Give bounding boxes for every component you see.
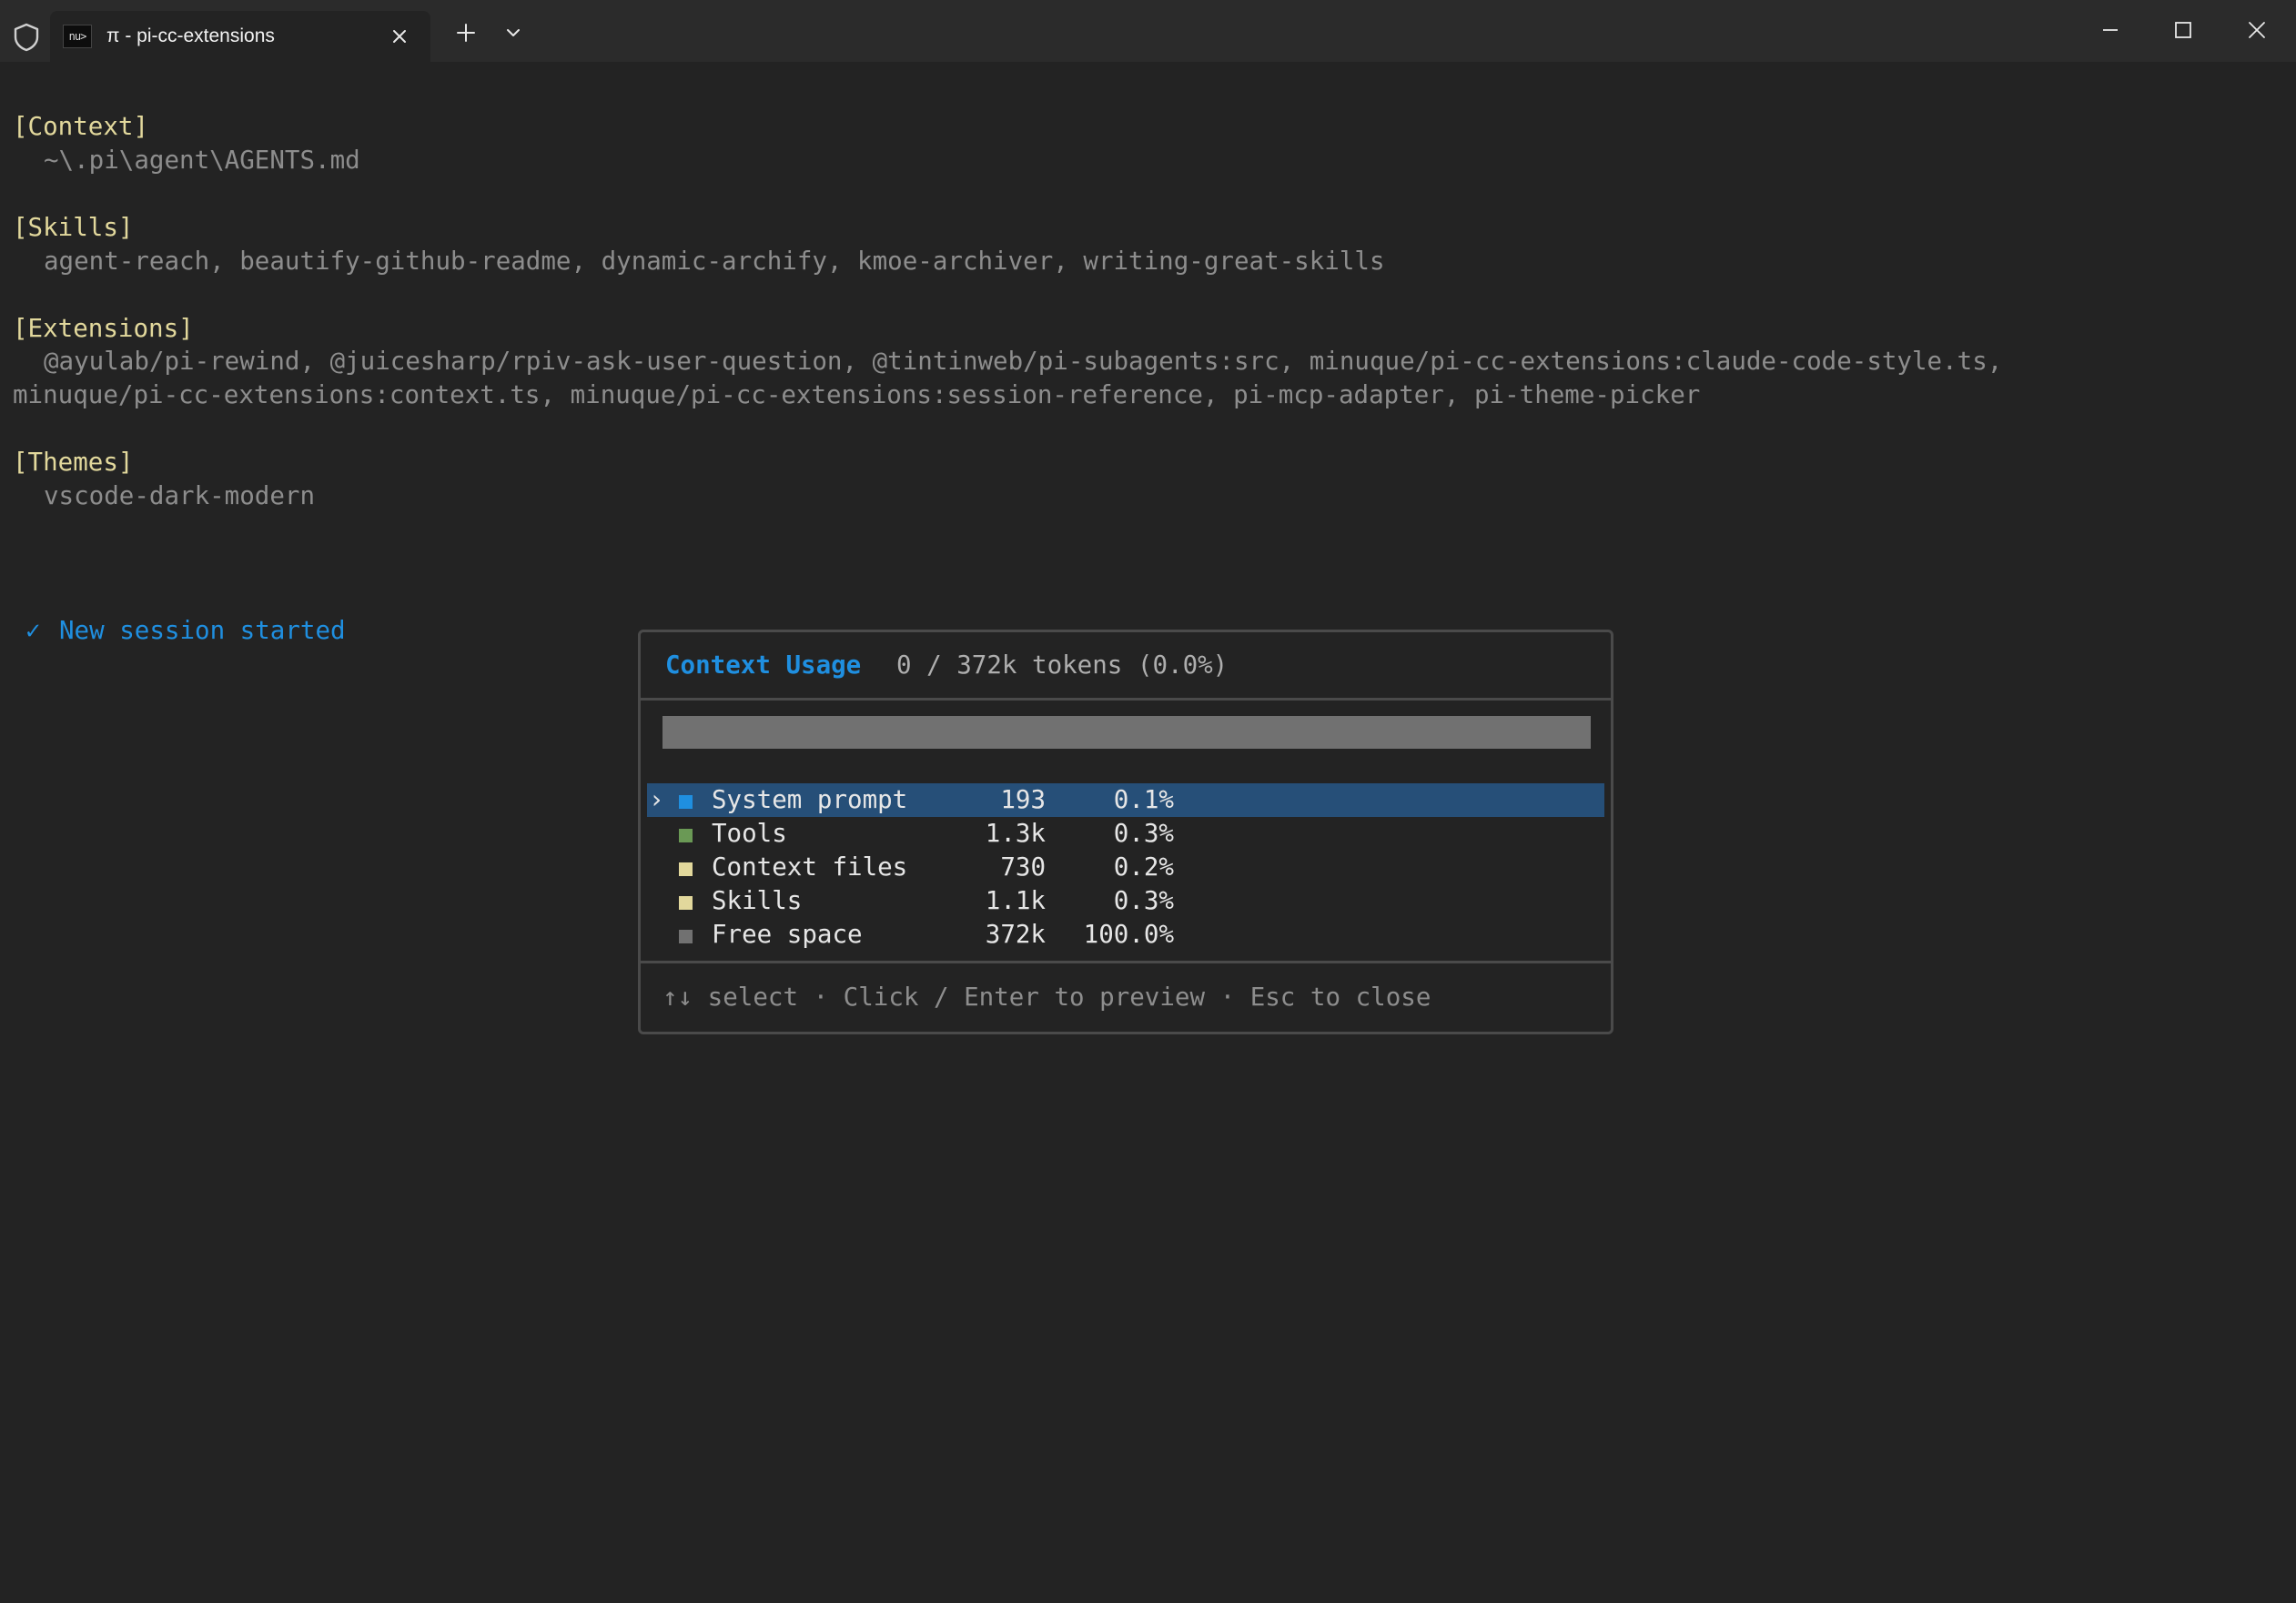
keyboard-hints: ↑↓ select · Click / Enter to preview · E… [663,983,1431,1012]
tools-swatch [679,829,693,842]
usage-row-skills[interactable]: Skills 1.1k 0.3% [647,884,1604,918]
usage-row-context-files[interactable]: Context files 730 0.2% [647,851,1604,884]
maximize-icon[interactable] [2170,16,2197,44]
tab-close-icon[interactable] [387,24,412,49]
usage-row-tools[interactable]: Tools 1.3k 0.3% [647,817,1604,851]
tab-title: π - pi-cc-extensions [106,25,275,46]
header-divider [641,698,1611,701]
system-prompt-swatch [679,795,693,809]
row-label: Context files [712,852,908,882]
footer-divider [641,961,1611,963]
extensions-value-line-2: minuque/pi-cc-extensions:context.ts, min… [13,380,1701,409]
extensions-heading: [Extensions] [13,314,194,343]
context-files-swatch [679,862,693,876]
panel-title: Context Usage [665,650,862,680]
row-label: Tools [712,819,787,848]
usage-row-system-prompt[interactable]: › System prompt 193 0.1% [647,783,1604,817]
window-close-icon[interactable] [2243,16,2271,44]
row-percent: 0.1% [1113,785,1174,814]
free-space-swatch [679,930,693,943]
context-heading: [Context] [13,112,149,141]
row-tokens: 730 [1000,852,1046,882]
session-status: New session started [59,616,346,645]
row-percent: 0.3% [1113,819,1174,848]
skills-value: agent-reach, beautify-github-readme, dyn… [44,247,1385,276]
check-icon: ✓ [25,616,41,645]
row-tokens: 372k [985,920,1046,949]
row-tokens: 1.1k [985,886,1046,915]
chevron-down-icon[interactable] [502,22,524,44]
context-value: ~\.pi\agent\AGENTS.md [44,146,360,175]
selection-caret-icon: › [649,785,664,814]
row-percent: 100.0% [1083,920,1174,949]
row-percent: 0.3% [1113,886,1174,915]
row-percent: 0.2% [1113,852,1174,882]
panel-header: Context Usage 0 / 372k tokens (0.0%) [641,632,1611,700]
themes-heading: [Themes] [13,448,134,477]
plus-icon[interactable] [453,20,479,45]
skills-heading: [Skills] [13,213,134,242]
row-tokens: 1.3k [985,819,1046,848]
row-label: Skills [712,886,803,915]
shield-icon[interactable] [12,22,41,53]
row-label: Free space [712,920,863,949]
token-summary: 0 / 372k tokens (0.0%) [896,650,1229,680]
row-label: System prompt [712,785,908,814]
themes-value: vscode-dark-modern [44,481,316,510]
usage-breakdown-list: › System prompt 193 0.1% Tools 1.3k 0.3%… [647,783,1604,952]
nushell-icon: nu> [63,25,92,48]
skills-swatch [679,896,693,910]
usage-bar [663,716,1591,749]
row-tokens: 193 [1000,785,1046,814]
terminal-tab[interactable]: nu> π - pi-cc-extensions [50,11,430,62]
usage-row-free-space[interactable]: Free space 372k 100.0% [647,918,1604,952]
extensions-value-line-1: @ayulab/pi-rewind, @juicesharp/rpiv-ask-… [44,347,2003,376]
context-usage-panel: Context Usage 0 / 372k tokens (0.0%) › S… [638,630,1613,1034]
title-bar: nu> π - pi-cc-extensions [0,0,2296,62]
minimize-icon[interactable] [2097,16,2124,44]
